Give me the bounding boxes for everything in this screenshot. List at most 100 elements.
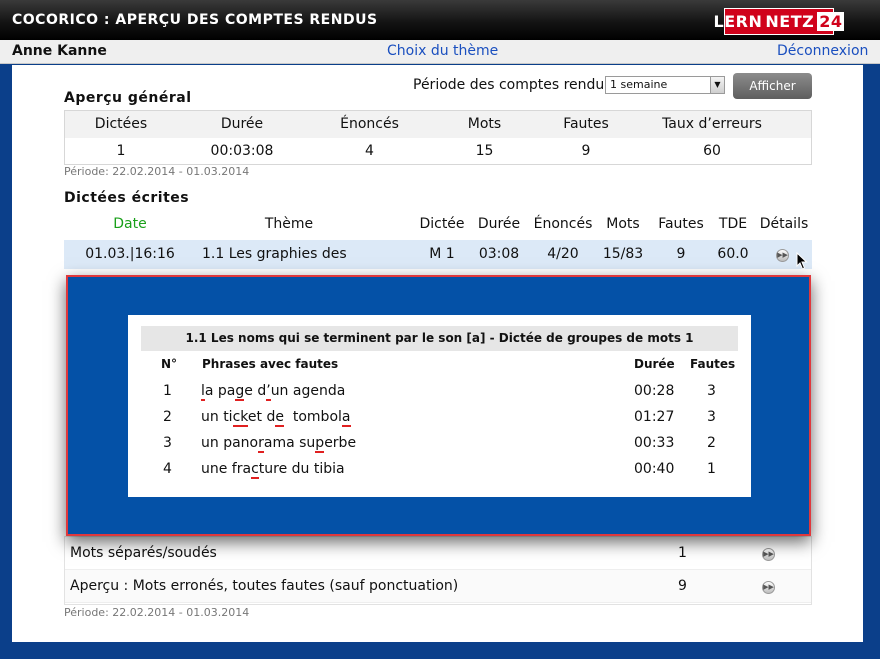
summary-value-row: 1 00:03:08 4 15 9 60 bbox=[65, 138, 811, 165]
lernnetz-logo: LERN NETZ 24 bbox=[714, 8, 845, 35]
summary-header-row: Dictées Durée Énoncés Mots Fautes Taux d… bbox=[65, 111, 811, 138]
period-range-bottom: Période: 22.02.2014 - 01.03.2014 bbox=[64, 606, 250, 619]
row-duree: 00:28 bbox=[634, 383, 675, 399]
show-button[interactable]: Afficher bbox=[733, 73, 812, 99]
popup-content: 1.1 Les noms qui se terminent par le son… bbox=[128, 315, 751, 497]
dictees-title: Dictées écrites bbox=[64, 190, 190, 206]
logout-link[interactable]: Déconnexion bbox=[777, 43, 868, 59]
row-fautes: 2 bbox=[707, 435, 716, 451]
summary-header: Fautes bbox=[563, 116, 609, 132]
popup-header-row: N° Phrases avec fautes Durée Fautes bbox=[141, 351, 738, 378]
user-name: Anne Kanne bbox=[12, 43, 107, 59]
summary-value: 1 bbox=[116, 143, 126, 159]
phrase-segment: e d bbox=[244, 383, 267, 399]
cell-mots: 15/83 bbox=[602, 246, 644, 262]
column-header-fautes[interactable]: Fautes bbox=[652, 211, 710, 238]
summary-value: 9 bbox=[581, 143, 591, 159]
period-label: Période des comptes rendus bbox=[413, 77, 612, 93]
period-select-value: 1 semaine bbox=[610, 78, 668, 91]
details-forward-icon[interactable]: ▶▶ bbox=[776, 249, 789, 262]
cell-theme: 1.1 Les graphies des sons bbox=[202, 246, 347, 291]
details-forward-icon[interactable]: ▶▶ bbox=[762, 548, 775, 561]
column-header-enonces[interactable]: Énoncés bbox=[530, 211, 596, 238]
user-bar: Anne Kanne Choix du thème Déconnexion bbox=[0, 40, 880, 64]
detail-popup[interactable]: 1.1 Les noms qui se terminent par le son… bbox=[66, 275, 811, 536]
column-header-duree[interactable]: Durée bbox=[472, 211, 526, 238]
column-header-date[interactable]: Date bbox=[64, 211, 196, 238]
dictees-table: Date Thème Dictée Durée Énoncés Mots Fau… bbox=[64, 211, 812, 291]
table-row: 1 la page d’un agenda 00:28 3 bbox=[141, 378, 738, 404]
error-mark: ck bbox=[232, 409, 248, 427]
summary-value: 15 bbox=[475, 143, 494, 159]
mistake-label: Mots séparés/soudés bbox=[70, 545, 217, 561]
mistake-count: 9 bbox=[678, 578, 687, 594]
summary-table: Dictées Durée Énoncés Mots Fautes Taux d… bbox=[64, 110, 812, 165]
phrase-text: un panorama superbe bbox=[201, 430, 356, 456]
list-item: Aperçu : Mots erronés, toutes fautes (sa… bbox=[65, 570, 811, 603]
popup-header-phrases: Phrases avec fautes bbox=[202, 357, 339, 371]
phrase-segment: tombol bbox=[283, 409, 342, 425]
popup-title: 1.1 Les noms qui se terminent par le son… bbox=[141, 326, 738, 351]
row-duree: 00:40 bbox=[634, 461, 675, 477]
mistake-label: Aperçu : Mots erronés, toutes fautes (sa… bbox=[70, 578, 459, 594]
summary-header: Dictées bbox=[94, 116, 148, 132]
phrase-segment: erbe bbox=[324, 435, 357, 451]
error-mark: c bbox=[251, 461, 259, 479]
list-item: Mots séparés/soudés 1 ▶▶ bbox=[65, 537, 811, 570]
table-row: 3 un panorama superbe 00:33 2 bbox=[141, 430, 738, 456]
popup-header-fautes: Fautes bbox=[690, 357, 736, 371]
summary-value: 4 bbox=[365, 143, 374, 159]
phrase-segment: ama su bbox=[263, 435, 316, 451]
popup-table: 1.1 Les noms qui se terminent par le son… bbox=[141, 326, 738, 482]
row-number: 3 bbox=[163, 435, 172, 451]
row-number: 1 bbox=[163, 383, 172, 399]
period-range: Période: 22.02.2014 - 01.03.2014 bbox=[64, 165, 250, 178]
details-forward-icon[interactable]: ▶▶ bbox=[762, 581, 775, 594]
error-mark: p bbox=[315, 435, 325, 453]
error-mark: e bbox=[275, 409, 284, 427]
row-duree: 00:33 bbox=[634, 435, 675, 451]
row-number: 2 bbox=[163, 409, 172, 425]
mouse-pointer-icon bbox=[796, 252, 808, 270]
phrase-segment: une fra bbox=[201, 461, 252, 477]
phrase-segment: et d bbox=[247, 409, 276, 425]
mistake-categories-table: Mots séparés/soudés 1 ▶▶ Aperçu : Mots e… bbox=[64, 536, 812, 605]
cell-tde: 60.0 bbox=[717, 246, 749, 262]
period-select[interactable]: 1 semaine ▼ bbox=[605, 76, 725, 94]
table-row[interactable]: 01.03.|16:16 1.1 Les graphies des sons M… bbox=[64, 240, 812, 291]
dictees-header-row: Date Thème Dictée Durée Énoncés Mots Fau… bbox=[64, 211, 812, 238]
app-title: COCORICO : APERÇU DES COMPTES RENDUS bbox=[12, 12, 378, 28]
row-fautes: 3 bbox=[707, 409, 716, 425]
summary-header: Taux d’erreurs bbox=[662, 116, 762, 132]
row-fautes: 3 bbox=[707, 383, 716, 399]
column-header-tde[interactable]: TDE bbox=[710, 211, 756, 238]
phrase-segment: un pano bbox=[201, 435, 259, 451]
choose-theme-link[interactable]: Choix du thème bbox=[387, 43, 498, 59]
phrase-segment: un agenda bbox=[270, 383, 346, 399]
column-header-mots[interactable]: Mots bbox=[598, 211, 648, 238]
summary-title: Aperçu général bbox=[64, 90, 192, 106]
chevron-down-icon[interactable]: ▼ bbox=[710, 77, 724, 93]
phrase-segment: ture du tibia bbox=[258, 461, 345, 477]
column-header-details: Détails bbox=[759, 216, 809, 232]
logo-number: 24 bbox=[817, 12, 845, 31]
popup-header-duree: Durée bbox=[634, 357, 675, 371]
column-header-dictee[interactable]: Dictée bbox=[412, 211, 472, 238]
table-row: 2 un ticket de tombola 01:27 3 bbox=[141, 404, 738, 430]
summary-header: Mots bbox=[467, 116, 502, 132]
column-header-theme[interactable]: Thème bbox=[196, 211, 382, 238]
logo-text-left: LERN bbox=[713, 12, 763, 31]
phrase-text: un ticket de tombola bbox=[201, 404, 351, 430]
cell-date: 01.03.|16:16 bbox=[85, 246, 175, 262]
phrase-segment: a pa bbox=[204, 383, 236, 399]
popup-rows: 1 la page d’un agenda 00:28 3 2 un ticket de … bbox=[141, 378, 738, 482]
cell-dictee: M 1 bbox=[429, 246, 455, 262]
error-mark: a bbox=[341, 409, 351, 427]
cell-duree: 03:08 bbox=[478, 246, 520, 262]
row-duree: 01:27 bbox=[634, 409, 675, 425]
phrase-text: la page d’un agenda bbox=[201, 378, 345, 404]
cell-fautes: 9 bbox=[676, 246, 686, 262]
summary-header: Énoncés bbox=[340, 116, 399, 132]
error-mark: g bbox=[235, 383, 245, 401]
mistake-count: 1 bbox=[678, 545, 687, 561]
